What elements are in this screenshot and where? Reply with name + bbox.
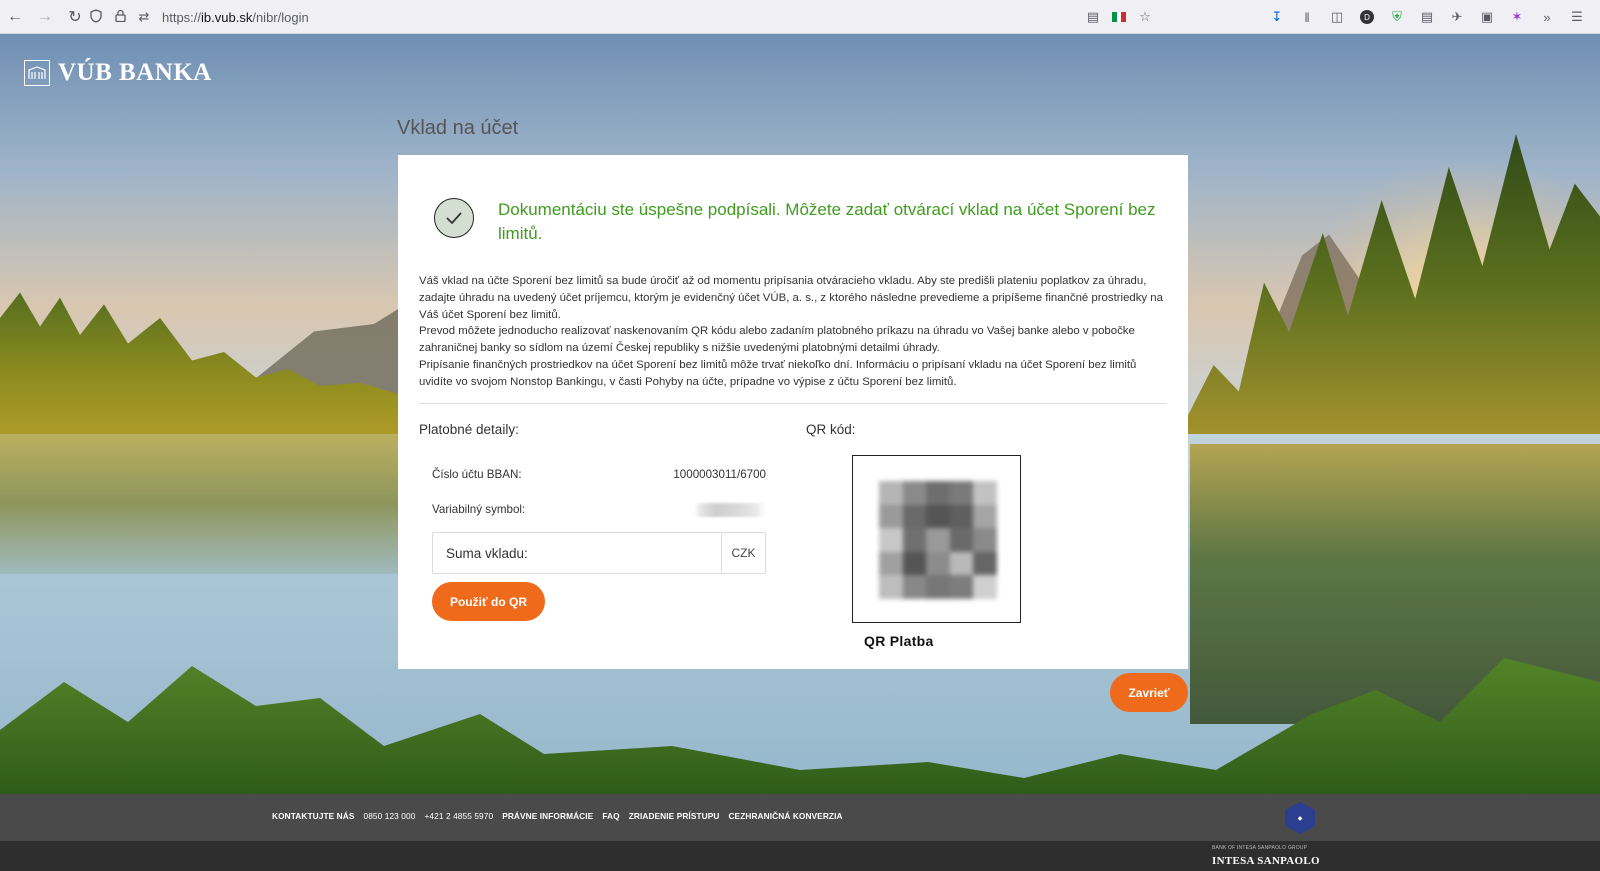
extension-square-icon[interactable]: ▣ — [1478, 8, 1496, 26]
extension-d-icon[interactable]: D — [1358, 8, 1376, 26]
success-check-icon — [434, 198, 474, 238]
back-icon[interactable]: ← — [0, 0, 30, 34]
vub-logo-mark-icon — [24, 60, 50, 86]
notes-extension-icon[interactable]: ▤ — [1418, 8, 1436, 26]
permissions-icon[interactable]: ⇄ — [132, 9, 156, 25]
qr-caption: QR Platba — [864, 633, 934, 649]
sidebar-icon[interactable]: ◫ — [1328, 8, 1346, 26]
group-tagline: BANK OF INTESA SANPAOLO GROUP — [1212, 845, 1308, 851]
vub-logo[interactable]: VÚB BANKA — [24, 59, 212, 87]
qr-code-frame — [852, 455, 1021, 623]
lake-reflection-left — [0, 434, 400, 574]
extension-icon[interactable]: ✈ — [1448, 8, 1466, 26]
library-icon[interactable]: ‖ — [1298, 8, 1316, 26]
overflow-icon[interactable]: » — [1538, 8, 1556, 26]
footer-bottom: BANK OF INTESA SANPAOLO GROUP INTESA SAN… — [0, 841, 1600, 871]
info-paragraph: Prevod môžete jednoducho realizovať nask… — [419, 325, 1135, 355]
variable-symbol-value-masked — [694, 503, 766, 517]
address-bar[interactable]: ⇄ https://ib.vub.sk/nibr/login ▤ ☆ — [84, 4, 1162, 30]
success-message: Dokumentáciu ste úspešne podpísali. Môže… — [498, 200, 1156, 243]
footer: KONTAKTUJTE NÁS 0850 123 000 +421 2 4855… — [0, 794, 1600, 841]
deposit-card: Dokumentáciu ste úspešne podpísali. Môže… — [398, 155, 1188, 669]
footer-link-access[interactable]: ZRIADENIE PRÍSTUPU — [629, 811, 720, 821]
account-number-label: Číslo účtu BBAN: — [432, 468, 522, 481]
logo-text: VÚB BANKA — [58, 59, 212, 86]
browser-toolbar: ← → ↻ ⇄ https://ib.vub.sk/nibr/login ▤ ☆… — [0, 0, 1600, 34]
success-message-row: Dokumentáciu ste úspešne podpísali. Môže… — [434, 198, 1174, 246]
extensions-toolbar: ↧ ‖ ◫ D ⛨ ▤ ✈ ▣ ✶ » ☰ — [1268, 0, 1586, 34]
footer-phone-2[interactable]: +421 2 4855 5970 — [424, 811, 493, 821]
currency-label: CZK — [721, 533, 765, 573]
footer-links: KONTAKTUJTE NÁS 0850 123 000 +421 2 4855… — [272, 811, 843, 821]
footer-link-legal[interactable]: PRÁVNE INFORMÁCIE — [502, 811, 593, 821]
amount-field: CZK — [432, 532, 766, 574]
language-flag-icon[interactable] — [1112, 12, 1127, 22]
close-button[interactable]: Zavrieť — [1110, 673, 1188, 712]
amount-input[interactable] — [433, 533, 721, 573]
account-number-row: Číslo účtu BBAN: 1000003011/6700 — [432, 468, 766, 481]
download-icon[interactable]: ↧ — [1268, 8, 1286, 26]
shield-icon[interactable] — [84, 8, 108, 26]
payment-details-label: Platobné detaily: — [419, 422, 519, 437]
intesa-sanpaolo-logo: INTESA SANPAOLO — [1212, 855, 1320, 867]
menu-icon[interactable]: ☰ — [1568, 8, 1586, 26]
footer-link-conversion[interactable]: CEZHRANIČNÁ KONVERZIA — [728, 811, 842, 821]
lock-icon[interactable] — [108, 9, 132, 25]
info-text: Váš vklad na účte Sporení bez limitů sa … — [419, 273, 1169, 391]
reader-view-icon[interactable]: ▤ — [1084, 8, 1102, 26]
footer-link-faq[interactable]: FAQ — [602, 811, 619, 821]
qr-code-image — [879, 481, 997, 599]
forward-icon[interactable]: → — [30, 0, 60, 34]
footer-link-contact[interactable]: KONTAKTUJTE NÁS — [272, 811, 354, 821]
page-title: Vklad na účet — [397, 117, 519, 139]
url-text[interactable]: https://ib.vub.sk/nibr/login — [162, 10, 309, 25]
shield-extension-icon[interactable]: ⛨ — [1388, 8, 1406, 26]
use-in-qr-button[interactable]: Použiť do QR — [432, 582, 545, 621]
url-actions: ▤ ☆ — [1084, 8, 1154, 26]
divider — [419, 403, 1166, 404]
entrust-badge-icon[interactable]: ◆ — [1285, 802, 1315, 834]
variable-symbol-label: Variabilný symbol: — [432, 503, 526, 516]
account-number-value[interactable]: 1000003011/6700 — [673, 468, 766, 481]
variable-symbol-row: Variabilný symbol: — [432, 503, 766, 517]
footer-phone-1[interactable]: 0850 123 000 — [363, 811, 415, 821]
extension-purple-icon[interactable]: ✶ — [1508, 8, 1526, 26]
info-paragraph: Váš vklad na účte Sporení bez limitů sa … — [419, 275, 1163, 321]
info-paragraph: Pripísanie finančných prostriedkov na úč… — [419, 358, 1137, 388]
bookmark-star-icon[interactable]: ☆ — [1136, 8, 1154, 26]
qr-code-label: QR kód: — [806, 422, 856, 437]
